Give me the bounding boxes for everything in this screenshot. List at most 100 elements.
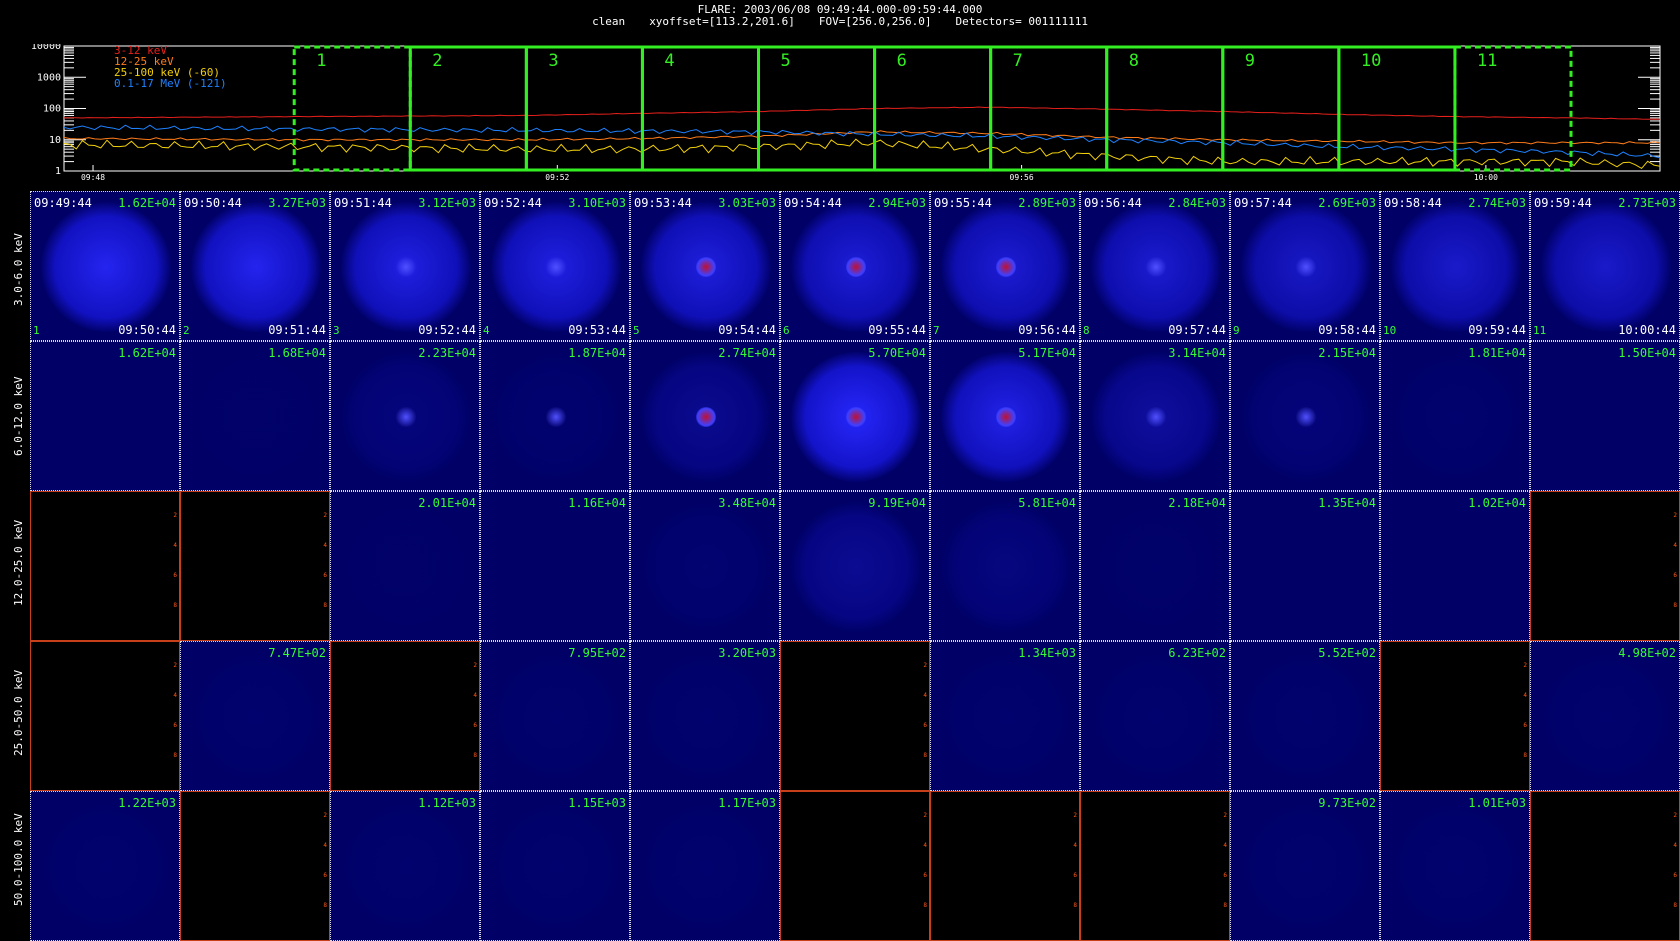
start-time-label: 09:52:44 <box>484 196 542 210</box>
image-panel: 09:55:44 09:56:44 7 2.89E+03 <box>930 191 1080 341</box>
interval-index: 2 <box>183 324 190 337</box>
end-time-label: 09:54:44 <box>718 323 776 337</box>
max-value-label: 4.98E+02 <box>1618 646 1676 660</box>
x-tick-label: 10:00 <box>1474 173 1498 182</box>
image-panel: 1.34E+03 <box>930 641 1080 791</box>
image-panel: 09:53:44 09:54:44 5 3.03E+03 <box>630 191 780 341</box>
max-value-label: 1.34E+03 <box>1018 646 1076 660</box>
x-tick-label: 09:52 <box>545 173 569 182</box>
image-panel: 9.73E+02 <box>1230 791 1380 941</box>
axis-tick-label: 2 <box>323 512 327 519</box>
image-panel: 5.17E+04 <box>930 341 1080 491</box>
interval-box <box>1453 45 1573 172</box>
axis-tick-label: 6 <box>473 722 477 729</box>
image-panel: 1.12E+03 <box>330 791 480 941</box>
axis-tick-label: 2 <box>323 812 327 819</box>
max-value-label: 1.62E+04 <box>118 196 176 210</box>
series-line-1 <box>63 130 1661 145</box>
source-core <box>1146 407 1166 427</box>
image-panel: 2 4 6 8 <box>1380 641 1530 791</box>
image-panel: 09:59:44 10:00:44 11 2.73E+03 <box>1530 191 1680 341</box>
legend-entry: 0.1-17 MeV (-121) <box>114 77 227 90</box>
interval-label: 10 <box>1361 51 1381 71</box>
axis-tick-label: 4 <box>1223 842 1227 849</box>
image-panel: 9.19E+04 <box>780 491 930 641</box>
source-blob <box>1241 802 1371 932</box>
fov-label: FOV=[256.0,256.0] <box>818 15 932 28</box>
max-value-label: 1.50E+04 <box>1618 346 1676 360</box>
max-value-label: 3.20E+03 <box>718 646 776 660</box>
end-time-label: 10:00:44 <box>1618 323 1676 337</box>
axis-tick-label: 2 <box>1673 812 1677 819</box>
max-value-label: 9.19E+04 <box>868 496 926 510</box>
source-core <box>696 407 716 427</box>
interval-box <box>1105 45 1225 172</box>
end-time-label: 09:50:44 <box>118 323 176 337</box>
max-value-label: 2.89E+03 <box>1018 196 1076 210</box>
interval-index: 8 <box>1083 324 1090 337</box>
max-value-label: 2.01E+04 <box>418 496 476 510</box>
y-tick-label: 10000 <box>31 44 61 52</box>
axis-tick-label: 6 <box>173 572 177 579</box>
image-panel: 2 4 6 8 <box>180 791 330 941</box>
axis-tick-label: 2 <box>473 662 477 669</box>
interval-label: 1 <box>316 51 326 71</box>
start-time-label: 09:51:44 <box>334 196 392 210</box>
image-panel: 09:52:44 09:53:44 4 3.10E+03 <box>480 191 630 341</box>
end-time-label: 09:52:44 <box>418 323 476 337</box>
max-value-label: 2.69E+03 <box>1318 196 1376 210</box>
source-blob <box>41 352 171 482</box>
axis-tick-label: 6 <box>1073 872 1077 879</box>
axis-tick-label: 6 <box>923 722 927 729</box>
image-panel: 2 4 6 8 <box>1080 791 1230 941</box>
image-panel: 2 4 6 8 <box>780 641 930 791</box>
image-panel: 4.98E+02 <box>1530 641 1680 791</box>
axis-tick-label: 4 <box>173 692 177 699</box>
axis-tick-label: 4 <box>1673 542 1677 549</box>
image-panel: 1.02E+04 <box>1380 491 1530 641</box>
interval-index: 11 <box>1533 324 1547 337</box>
start-time-label: 09:57:44 <box>1234 196 1292 210</box>
axis-tick-label: 2 <box>1673 512 1677 519</box>
source-blob <box>191 652 321 782</box>
row-label: 12.0-25.0 keV <box>12 519 25 606</box>
clean-label: clean <box>592 15 626 28</box>
axis-tick-label: 8 <box>923 752 927 759</box>
y-tick-label: 1000 <box>37 72 61 83</box>
y-tick-label: 10 <box>49 135 61 146</box>
interval-box <box>408 45 528 172</box>
start-time-label: 09:59:44 <box>1534 196 1592 210</box>
max-value-label: 5.17E+04 <box>1018 346 1076 360</box>
end-time-label: 09:55:44 <box>868 323 926 337</box>
axis-tick-label: 2 <box>173 512 177 519</box>
source-blob <box>191 202 321 332</box>
axis-tick-label: 2 <box>1223 812 1227 819</box>
y-tick-label: 1 <box>55 166 61 177</box>
axis-tick-label: 4 <box>473 692 477 699</box>
source-core <box>1296 257 1316 277</box>
xyoffset-label: xyoffset=[113.2,201.6] <box>649 15 795 28</box>
axis-tick-label: 8 <box>1523 752 1527 759</box>
max-value-label: 1.02E+04 <box>1468 496 1526 510</box>
image-panel: 3.14E+04 <box>1080 341 1230 491</box>
image-panel: 1.22E+03 <box>30 791 180 941</box>
image-panel: 2 4 6 8 <box>180 491 330 641</box>
image-panel: 1.01E+03 <box>1380 791 1530 941</box>
source-blob <box>1241 652 1371 782</box>
source-core <box>996 257 1016 277</box>
image-panel: 3.48E+04 <box>630 491 780 641</box>
series-line-2 <box>63 138 1661 170</box>
start-time-label: 09:55:44 <box>934 196 992 210</box>
axis-tick-label: 8 <box>1673 602 1677 609</box>
max-value-label: 1.22E+03 <box>118 796 176 810</box>
start-time-label: 09:54:44 <box>784 196 842 210</box>
end-time-label: 09:51:44 <box>268 323 326 337</box>
interval-index: 6 <box>783 324 790 337</box>
row-label: 25.0-50.0 keV <box>12 669 25 756</box>
max-value-label: 5.70E+04 <box>868 346 926 360</box>
axis-tick-label: 6 <box>1673 872 1677 879</box>
max-value-label: 1.68E+04 <box>268 346 326 360</box>
interval-box <box>1221 45 1341 172</box>
max-value-label: 2.23E+04 <box>418 346 476 360</box>
interval-index: 5 <box>633 324 640 337</box>
